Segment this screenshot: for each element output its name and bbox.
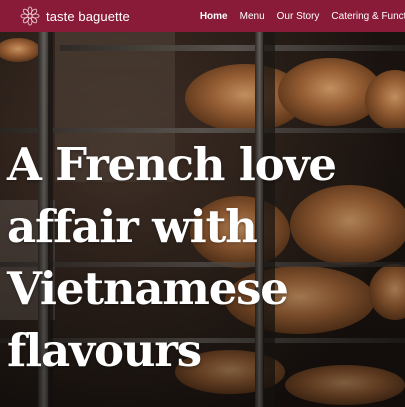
- flower-mandala-icon: [20, 6, 40, 26]
- nav-item-catering-functions[interactable]: Catering & Functions: [331, 11, 405, 22]
- headline-line-4: flavours: [7, 324, 202, 377]
- hero-section: A French love affair with Vietnamese fla…: [0, 0, 405, 407]
- nav-item-our-story[interactable]: Our Story: [277, 11, 320, 22]
- nav-item-home[interactable]: Home: [200, 11, 228, 22]
- headline-line-1: A French love: [7, 138, 337, 191]
- brand-logo-link[interactable]: taste baguette: [19, 5, 130, 27]
- headline-line-2: affair with: [7, 200, 258, 253]
- nav-item-menu[interactable]: Menu: [240, 11, 265, 22]
- hero-headline: A French love affair with Vietnamese fla…: [7, 134, 405, 382]
- main-nav: Home Menu Our Story Catering & Functions: [200, 11, 405, 22]
- headline-line-3: Vietnamese: [7, 262, 289, 315]
- top-navigation-bar: taste baguette Home Menu Our Story Cater…: [0, 0, 405, 32]
- brand-name: taste baguette: [46, 8, 130, 24]
